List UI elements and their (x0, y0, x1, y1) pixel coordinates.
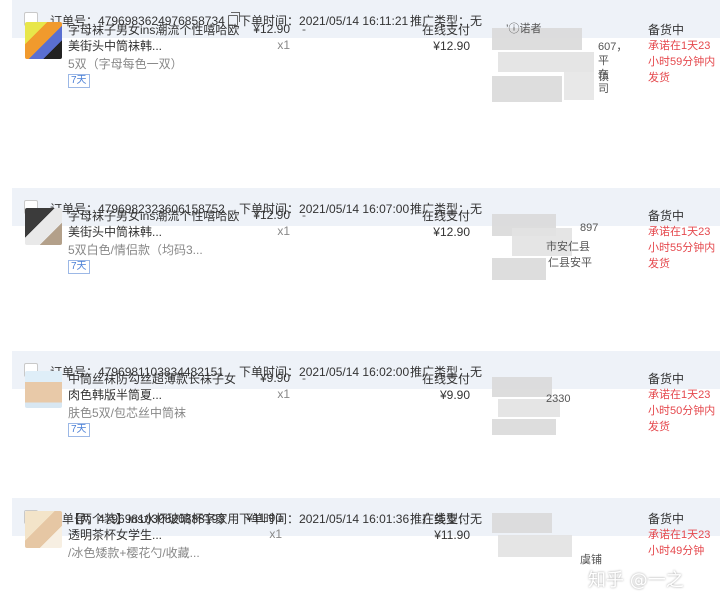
product-thumbnail[interactable] (25, 371, 62, 408)
after-sale-status: - (302, 371, 306, 385)
product-title[interactable]: 中筒丝袜防勾丝超薄款长袜子女肉色韩版半筒夏... (68, 371, 243, 403)
unit-price: ¥12.90 (253, 208, 290, 222)
product-title[interactable]: 字母袜子男女ins潮流个性嘻哈欧美街头中筒袜韩... (68, 208, 243, 240)
return-tag: 7天 (68, 423, 90, 437)
unit-price: ¥9.90 (259, 371, 290, 385)
order-status: 备货中 承诺在1天23小时49分钟 (648, 511, 720, 559)
payment-info: 在线支付 ¥11.90 (421, 512, 470, 542)
buyer-address-blurred: ’ⓘ诺者 607， 平镇 东 司 (490, 22, 627, 112)
quantity: x1 (269, 527, 282, 541)
product-thumbnail[interactable] (25, 511, 62, 548)
status-label: 备货中 (648, 372, 685, 386)
ship-deadline: 承诺在1天23小时59分钟内发货 (648, 40, 716, 84)
product-spec: 5双（字母每色一双） (68, 57, 183, 71)
quantity: x1 (277, 387, 290, 401)
order-item-row: 中筒丝袜防勾丝超薄款长袜子女肉色韩版半筒夏... 肤色5双/包芯丝中筒袜 7天 … (12, 363, 720, 473)
product-thumbnail[interactable] (25, 22, 62, 59)
unit-price: ¥12.90 (253, 22, 290, 36)
status-label: 备货中 (648, 23, 685, 37)
ship-deadline: 承诺在1天23小时55分钟内发货 (648, 226, 716, 270)
after-sale-status: - (302, 511, 306, 525)
after-sale-status: - (302, 208, 306, 222)
order-status: 备货中 承诺在1天23小时55分钟内发货 (648, 208, 720, 272)
product-title[interactable]: 字母袜子男女ins潮流个性嘻哈欧美街头中筒袜韩... (68, 22, 243, 54)
product-spec: 5双白色/情侣款（均码3... (68, 243, 203, 257)
payment-info: 在线支付 ¥12.90 (421, 209, 470, 239)
product-spec: 肤色5双/包芯丝中筒袜 (68, 406, 187, 420)
after-sale-status: - (302, 22, 306, 36)
unit-price: ¥11.90 (246, 511, 282, 525)
return-tag: 7天 (68, 260, 90, 274)
product-thumbnail[interactable] (25, 208, 62, 245)
quantity: x1 (277, 224, 290, 238)
order-item-row: 【两个装】ins水杯玻璃杯字家用透明茶杯女学生... /冰色矮款+樱花勺/收藏.… (12, 503, 720, 609)
status-label: 备货中 (648, 512, 685, 526)
product-spec: /冰色矮款+樱花勺/收藏... (68, 546, 200, 560)
watermark: 知乎 @一之 (588, 570, 684, 591)
buyer-address-blurred: 虞铺 (490, 511, 618, 571)
buyer-address-blurred: 897 市安仁县 仁县安平 (490, 208, 618, 298)
return-tag: 7天 (68, 74, 90, 88)
payment-info: 在线支付 ¥9.90 (421, 372, 470, 402)
quantity: x1 (277, 38, 290, 52)
order-status: 备货中 承诺在1天23小时50分钟内发货 (648, 371, 720, 435)
ship-deadline: 承诺在1天23小时50分钟内发货 (648, 389, 716, 433)
payment-info: 在线支付 ¥12.90 (421, 23, 470, 53)
order-item-row: 字母袜子男女ins潮流个性嘻哈欧美街头中筒袜韩... 5双（字母每色一双） 7天… (12, 14, 720, 124)
order-status: 备货中 承诺在1天23小时59分钟内发货 (648, 22, 720, 86)
ship-deadline: 承诺在1天23小时49分钟 (648, 529, 711, 557)
product-title[interactable]: 【两个装】ins水杯玻璃杯字家用透明茶杯女学生... (68, 511, 243, 543)
status-label: 备货中 (648, 209, 685, 223)
buyer-address-blurred: 2330 (490, 371, 618, 461)
order-item-row: 字母袜子男女ins潮流个性嘻哈欧美街头中筒袜韩... 5双白色/情侣款（均码3.… (12, 200, 720, 310)
